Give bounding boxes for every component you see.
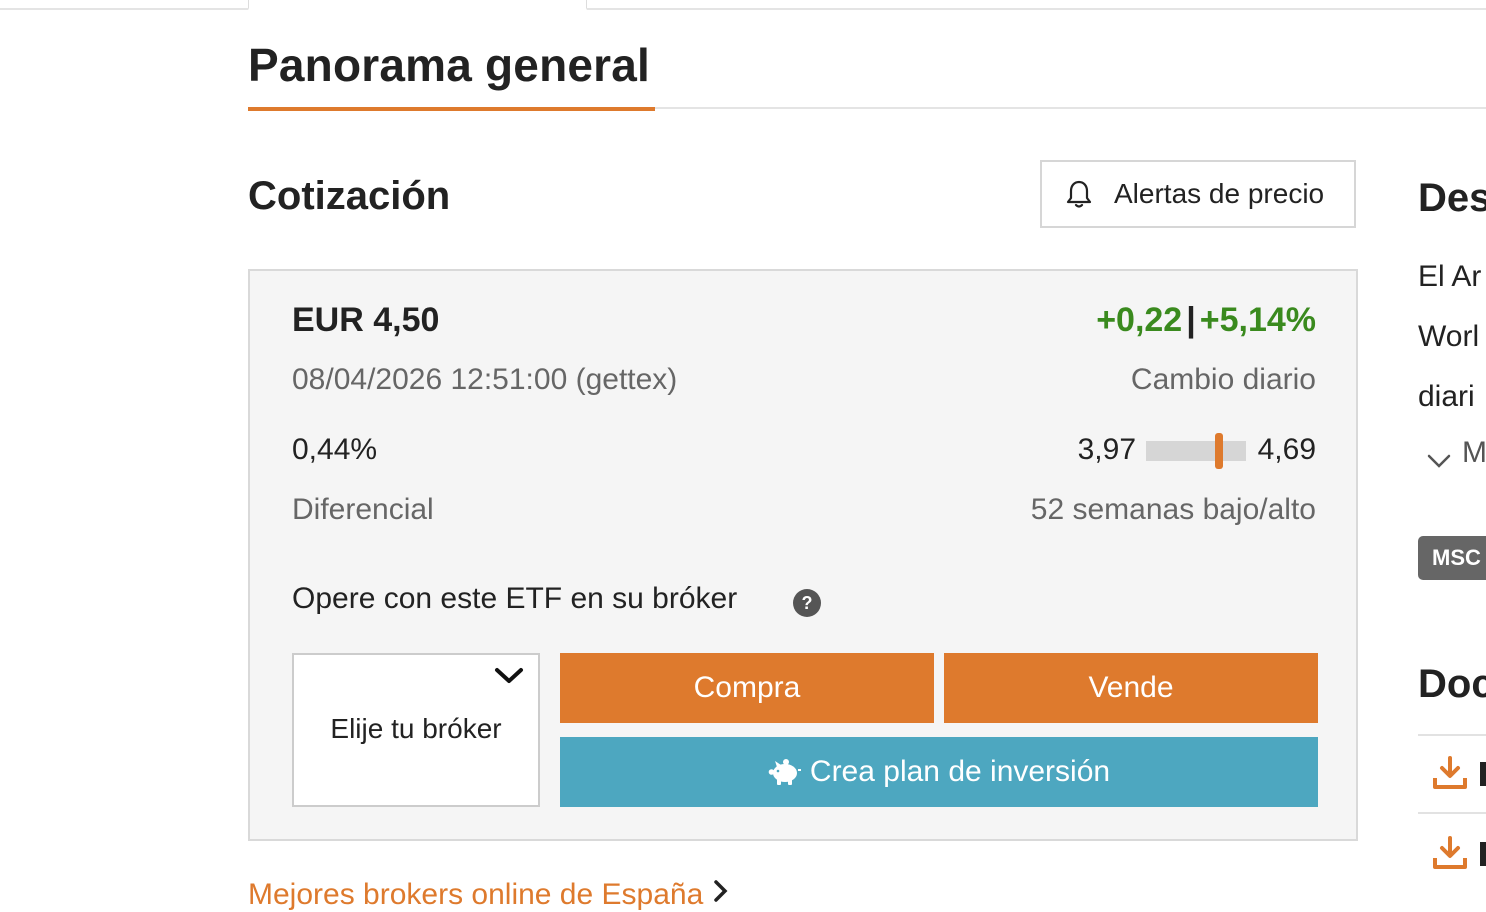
- documents-divider: [1418, 812, 1486, 814]
- page-title: Panorama general: [248, 39, 651, 91]
- create-investment-plan-label: Crea plan de inversión: [809, 755, 1111, 788]
- sidebar-description-line: Worl: [1418, 320, 1480, 353]
- current-price: EUR 4,50: [292, 301, 440, 339]
- create-investment-plan-button[interactable]: Crea plan de inversión: [560, 737, 1318, 807]
- show-more-label: M: [1462, 436, 1486, 469]
- price-alerts-label: Alertas de precio: [1114, 178, 1325, 209]
- broker-select[interactable]: Elije tu bróker: [292, 653, 540, 807]
- trade-with-broker-label: Opere con este ETF en su bróker: [292, 582, 738, 615]
- change-separator: |: [1186, 301, 1196, 339]
- range-current-marker: [1215, 433, 1223, 469]
- 52-week-range-bar: [1146, 433, 1246, 469]
- title-active-underline: [248, 107, 655, 111]
- change-percent: +5,14%: [1199, 301, 1316, 339]
- document-link-text[interactable]: [1480, 762, 1486, 786]
- download-icon[interactable]: [1432, 756, 1468, 790]
- spread-value: 0,44%: [292, 433, 378, 466]
- price-alerts-button[interactable]: Alertas de precio: [1040, 160, 1356, 228]
- change-absolute: +0,22: [1096, 301, 1183, 339]
- title-divider: [655, 107, 1486, 109]
- buy-button[interactable]: Compra: [560, 653, 934, 723]
- sidebar-description-title: Des: [1418, 176, 1486, 220]
- show-more-toggle[interactable]: M: [1426, 436, 1486, 470]
- quote-section-title: Cotización: [248, 174, 451, 218]
- active-top-tab[interactable]: [248, 0, 587, 10]
- daily-change-label: Cambio diario: [1130, 363, 1316, 396]
- index-tag[interactable]: MSC: [1418, 536, 1486, 580]
- top-tab-bar: [0, 0, 1486, 10]
- download-icon[interactable]: [1432, 836, 1468, 870]
- documents-divider: [1418, 734, 1486, 736]
- range-low-value: 3,97: [1077, 433, 1136, 466]
- range-high-value: 4,69: [1257, 433, 1316, 466]
- daily-change: +0,22 | +5,14%: [1096, 301, 1316, 340]
- document-link-text[interactable]: [1480, 842, 1486, 866]
- chevron-down-icon: [494, 665, 524, 687]
- broker-select-placeholder: Elije tu bróker: [330, 713, 502, 744]
- quote-timestamp: 08/04/2026 12:51:00 (gettex): [292, 363, 678, 396]
- spread-label: Diferencial: [292, 493, 434, 526]
- sidebar-documents-title: Doc: [1418, 662, 1486, 706]
- range-label: 52 semanas bajo/alto: [1030, 493, 1316, 526]
- bell-icon: [1066, 178, 1094, 210]
- chevron-right-icon: [712, 878, 730, 911]
- sidebar-description-line: El Ar: [1418, 260, 1482, 293]
- piggy-bank-icon: [768, 758, 802, 786]
- chevron-down-icon: [1426, 444, 1452, 468]
- sell-button[interactable]: Vende: [944, 653, 1318, 723]
- best-brokers-label: Mejores brokers online de España: [248, 878, 704, 911]
- quote-panel: EUR 4,50 +0,22 | +5,14% 08/04/2026 12:51:0…: [248, 269, 1358, 841]
- best-brokers-link[interactable]: Mejores brokers online de España: [248, 878, 730, 912]
- sidebar-description-line: diari: [1418, 380, 1475, 413]
- help-icon[interactable]: ?: [793, 589, 821, 617]
